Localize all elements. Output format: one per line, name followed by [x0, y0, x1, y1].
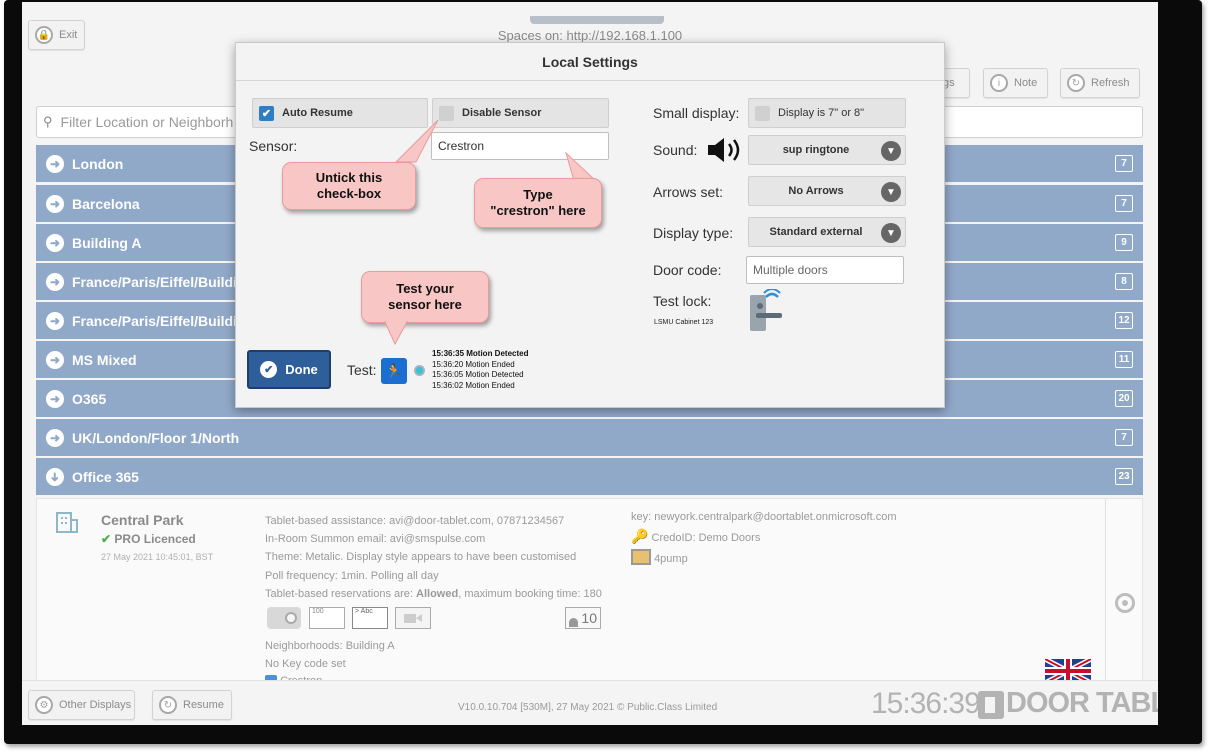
- chevron-down-icon: ▼: [881, 223, 901, 243]
- callout-line: Type: [523, 187, 553, 202]
- callout-line: check-box: [316, 186, 382, 201]
- callout-line: Untick this: [315, 170, 383, 185]
- speaker-icon[interactable]: [706, 135, 746, 165]
- arrows-label: Arrows set:: [653, 184, 724, 200]
- untick-callout: Untick this check-box: [282, 162, 416, 210]
- checkbox-checked-icon: ✔: [259, 105, 274, 121]
- test-lock-label: Test lock:: [653, 293, 712, 309]
- disable-sensor-label: Disable Sensor: [462, 107, 542, 119]
- sound-select[interactable]: sup ringtone ▼: [748, 135, 906, 165]
- test-sensor-callout: Test your sensor here: [361, 271, 489, 323]
- screenshot-frame: 🔒 Exit Spaces on: http://192.168.1.100 g…: [0, 0, 1208, 752]
- log-entry: 15:36:02 Motion Ended: [432, 380, 515, 390]
- chevron-down-icon: ▼: [881, 141, 901, 161]
- door-code-label: Door code:: [653, 262, 722, 278]
- callout-line: Test your: [396, 281, 454, 296]
- door-lock-icon[interactable]: [748, 289, 788, 333]
- motion-sensor-icon[interactable]: 🏃: [381, 358, 407, 384]
- arrows-select[interactable]: No Arrows ▼: [748, 176, 906, 206]
- callout-line: sensor here: [388, 297, 462, 312]
- test-label: Test:: [347, 362, 377, 378]
- test-lock-sub: LSMU Cabinet 123: [654, 319, 714, 326]
- check-circle-icon: ✔: [260, 361, 278, 378]
- sound-value: sup ringtone: [782, 144, 850, 156]
- tablet-screen: 🔒 Exit Spaces on: http://192.168.1.100 g…: [22, 2, 1158, 725]
- disable-sensor-checkbox[interactable]: Disable Sensor: [432, 98, 609, 128]
- done-label: Done: [285, 362, 318, 377]
- display-type-value: Standard external: [769, 226, 863, 238]
- sensor-status-led: [414, 365, 425, 376]
- type-crestron-callout: Type "crestron" here: [474, 178, 602, 228]
- callout-pointer: [384, 319, 408, 346]
- sensor-label: Sensor:: [249, 138, 298, 154]
- sensor-log: 15:36:35 Motion Detected 15:36:20 Motion…: [432, 349, 528, 391]
- display-type-label: Display type:: [653, 225, 734, 241]
- log-entry: 15:36:20 Motion Ended: [432, 359, 515, 369]
- door-code-input[interactable]: Multiple doors: [746, 256, 904, 284]
- checkbox-unchecked-icon: [755, 105, 770, 121]
- callout-pointer: [394, 119, 439, 163]
- auto-resume-label: Auto Resume: [282, 107, 353, 119]
- display-type-select[interactable]: Standard external ▼: [748, 217, 906, 247]
- chevron-down-icon: ▼: [881, 182, 901, 202]
- log-entry: 15:36:05 Motion Detected: [432, 370, 524, 379]
- log-entry: 15:36:35 Motion Detected: [432, 349, 529, 358]
- small-display-label: Small display:: [653, 105, 740, 121]
- sound-label: Sound:: [653, 142, 698, 158]
- local-settings-dialog: Local Settings ✔ Auto Resume Disable Sen…: [235, 42, 945, 408]
- done-button[interactable]: ✔ Done: [247, 350, 331, 389]
- callout-line: "crestron" here: [490, 203, 586, 218]
- small-display-checkbox[interactable]: Display is 7" or 8": [748, 98, 906, 128]
- small-display-option: Display is 7" or 8": [778, 107, 865, 119]
- arrows-value: No Arrows: [788, 185, 844, 197]
- tablet-bezel: 🔒 Exit Spaces on: http://192.168.1.100 g…: [4, 0, 1202, 744]
- dialog-title: Local Settings: [236, 43, 944, 81]
